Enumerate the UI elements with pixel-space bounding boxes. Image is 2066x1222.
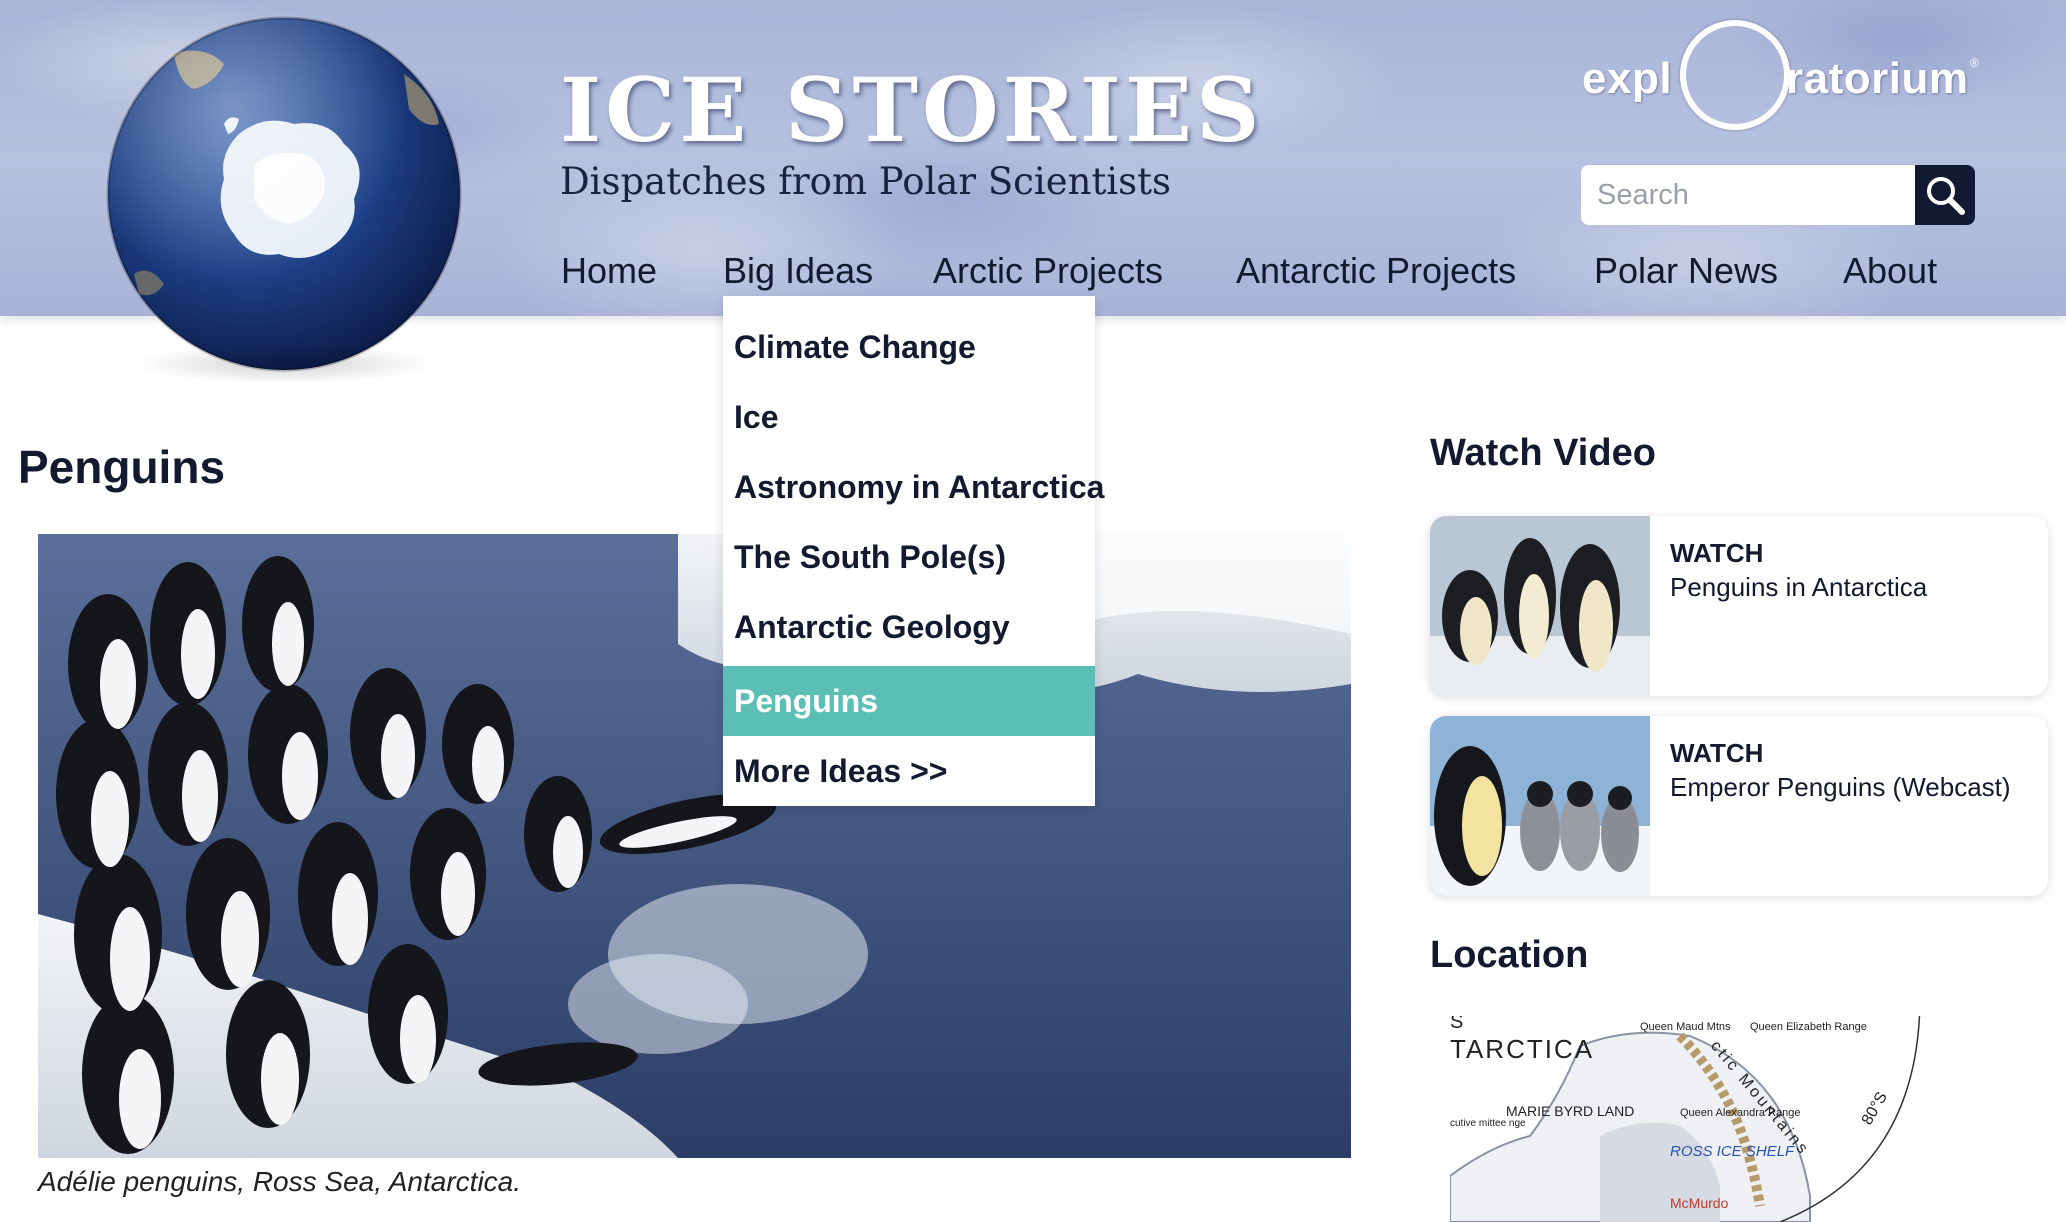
map-label-antarctica: TARCTICA [1450, 1034, 1594, 1064]
nav-about[interactable]: About [1843, 250, 1937, 292]
nav-home[interactable]: Home [561, 250, 657, 292]
registered-mark: ® [1970, 56, 1979, 70]
dropdown-item-penguins[interactable]: Penguins [723, 666, 1095, 736]
globe-logo[interactable] [104, 14, 464, 384]
video-thumbnail [1430, 716, 1650, 896]
map-label-mcmurdo: McMurdo [1670, 1195, 1729, 1211]
video-card-penguins-antarctica[interactable]: WATCH Penguins in Antarctica [1430, 516, 2048, 696]
hero-image-penguins [38, 534, 1351, 1158]
video-title: Emperor Penguins (Webcast) [1670, 772, 2011, 802]
map-label-executive: cutive mittee nge [1450, 1118, 1526, 1129]
video-title: Penguins in Antarctica [1670, 572, 1928, 602]
map-label-marie-byrd: MARIE BYRD LAND [1506, 1103, 1634, 1119]
nav-polar-news[interactable]: Polar News [1594, 250, 1778, 292]
dropdown-item-astronomy[interactable]: Astronomy in Antarctica [723, 452, 1104, 522]
search-button[interactable] [1915, 165, 1975, 225]
watch-video-heading: Watch Video [1430, 432, 1656, 474]
logo-ring-icon [1680, 20, 1790, 130]
big-ideas-dropdown: Climate Change Ice Astronomy in Antarcti… [723, 296, 1104, 806]
map-label-queen-maud: Queen Maud Mtns [1640, 1021, 1731, 1033]
map-label-ross-ice-shelf: ROSS ICE SHELF [1670, 1143, 1795, 1160]
nav-arctic-projects[interactable]: Arctic Projects [933, 250, 1163, 292]
antarctica-map: S TARCTICA Queen Maud Mtns Queen Elizabe… [1450, 1016, 1950, 1222]
dropdown-item-more-ideas[interactable]: More Ideas >> [723, 736, 1095, 806]
video-card-emperor-penguins[interactable]: WATCH Emperor Penguins (Webcast) [1430, 716, 2048, 896]
logo-text-left: expl [1582, 54, 1673, 103]
dropdown-item-climate-change[interactable]: Climate Change [723, 312, 1095, 382]
nav-big-ideas[interactable]: Big Ideas [723, 250, 873, 292]
video-watch-label: WATCH [1670, 538, 1764, 568]
map-label-s: S [1450, 1016, 1463, 1033]
globe-shadow [134, 344, 434, 384]
dropdown-item-antarctic-geology[interactable]: Antarctic Geology [723, 592, 1095, 662]
exploratorium-logo[interactable]: expl ratorium ® [1580, 18, 1980, 136]
dropdown-item-ice[interactable]: Ice [723, 382, 1095, 452]
nav-antarctic-projects[interactable]: Antarctic Projects [1236, 250, 1516, 292]
location-map[interactable]: S TARCTICA Queen Maud Mtns Queen Elizabe… [1450, 1016, 1950, 1222]
penguin-photo [38, 534, 1351, 1158]
dropdown-item-south-pole[interactable]: The South Pole(s) [723, 522, 1095, 592]
logo-text-right: ratorium [1786, 54, 1969, 103]
video-watch-label: WATCH [1670, 738, 1764, 768]
page-title: Penguins [18, 441, 226, 493]
video-thumbnail [1430, 516, 1650, 696]
map-label-queen-elizabeth: Queen Elizabeth Range [1750, 1021, 1867, 1033]
search-input[interactable] [1581, 165, 1915, 225]
globe-icon [106, 16, 462, 372]
site-title[interactable]: ICE STORIES [560, 58, 1264, 162]
site-subtitle: Dispatches from Polar Scientists [560, 160, 1171, 203]
search-icon [1927, 177, 1965, 215]
location-heading: Location [1430, 934, 1589, 976]
image-caption: Adélie penguins, Ross Sea, Antarctica. [38, 1166, 522, 1197]
